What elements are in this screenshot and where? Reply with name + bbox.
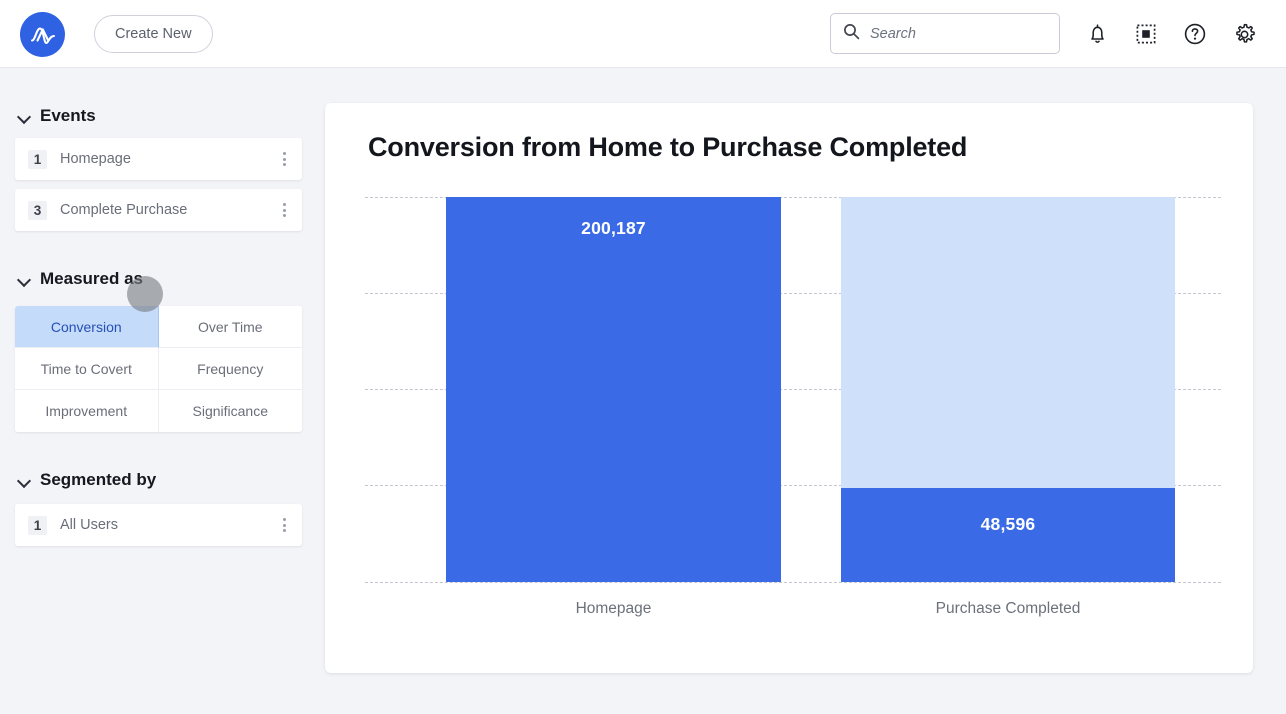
gear-icon[interactable] [1228, 18, 1260, 50]
event-row-menu-icon[interactable] [272, 152, 296, 166]
search-box[interactable] [830, 13, 1060, 54]
measure-option-over-time[interactable]: Over Time [158, 306, 302, 348]
page-body: Events 1 Homepage 3 Complete Purchase Me… [0, 68, 1286, 714]
search-input[interactable] [870, 25, 1059, 42]
chevron-down-icon [18, 273, 31, 286]
amplitude-logo[interactable] [20, 12, 65, 57]
measure-option-conversion[interactable]: Conversion [15, 306, 159, 348]
measure-option-time-to-covert[interactable]: Time to Covert [15, 348, 159, 390]
bar-homepage-value: 200,187 [446, 197, 781, 582]
event-row-complete-purchase[interactable]: 3 Complete Purchase [15, 189, 302, 231]
sidebar-section-measured-as-title: Measured as [40, 269, 143, 288]
chart-card: Conversion from Home to Purchase Complet… [325, 103, 1253, 673]
measure-option-improvement[interactable]: Improvement [15, 390, 159, 432]
conversion-funnel-chart: 200,187 Homepage 48,596 Purchase Complet… [365, 197, 1221, 617]
segment-row-label: All Users [60, 517, 119, 533]
bar-purchase-completed-category-label: Purchase Completed [935, 600, 1081, 617]
search-icon [843, 23, 860, 45]
bar-purchase-completed-value: 48,596 [841, 488, 1175, 582]
measure-option-significance[interactable]: Significance [158, 390, 302, 432]
event-row-homepage[interactable]: 1 Homepage [15, 138, 302, 180]
bar-purchase-completed-value-label: 48,596 [980, 514, 1036, 535]
event-row-label: Complete Purchase [60, 202, 188, 218]
event-row-label: Homepage [60, 151, 131, 167]
chevron-down-icon [18, 110, 31, 123]
bar-homepage-category-label: Homepage [575, 600, 652, 617]
segment-row-menu-icon[interactable] [272, 518, 296, 532]
sidebar-section-events[interactable]: Events [0, 106, 96, 126]
measure-option-frequency[interactable]: Frequency [158, 348, 302, 390]
chevron-down-icon [18, 474, 31, 487]
bar-homepage-value-label: 200,187 [581, 218, 646, 238]
help-icon[interactable] [1179, 18, 1211, 50]
segment-row-number: 1 [28, 515, 47, 535]
gridline [365, 582, 1221, 583]
event-row-menu-icon[interactable] [272, 203, 296, 217]
sidebar-section-events-title: Events [40, 106, 96, 125]
grid-icon[interactable] [1130, 18, 1162, 50]
bar-homepage[interactable]: 200,187 [446, 197, 781, 582]
segment-row-all-users[interactable]: 1 All Users [15, 504, 302, 546]
event-row-number: 3 [28, 200, 47, 220]
bar-purchase-completed[interactable]: 48,596 [841, 197, 1175, 582]
top-bar: Create New [0, 0, 1286, 68]
sidebar-section-segmented-by[interactable]: Segmented by [0, 470, 156, 490]
bell-icon[interactable] [1081, 18, 1113, 50]
measured-as-options: Conversion Over Time Time to Covert Freq… [15, 306, 302, 432]
page-title: Conversion from Home to Purchase Complet… [368, 132, 968, 162]
sidebar-section-segmented-by-title: Segmented by [40, 470, 157, 489]
sidebar-section-measured-as[interactable]: Measured as [0, 269, 143, 289]
create-new-button[interactable]: Create New [94, 15, 213, 53]
sidebar: Events 1 Homepage 3 Complete Purchase Me… [0, 68, 318, 714]
event-row-number: 1 [28, 149, 47, 169]
